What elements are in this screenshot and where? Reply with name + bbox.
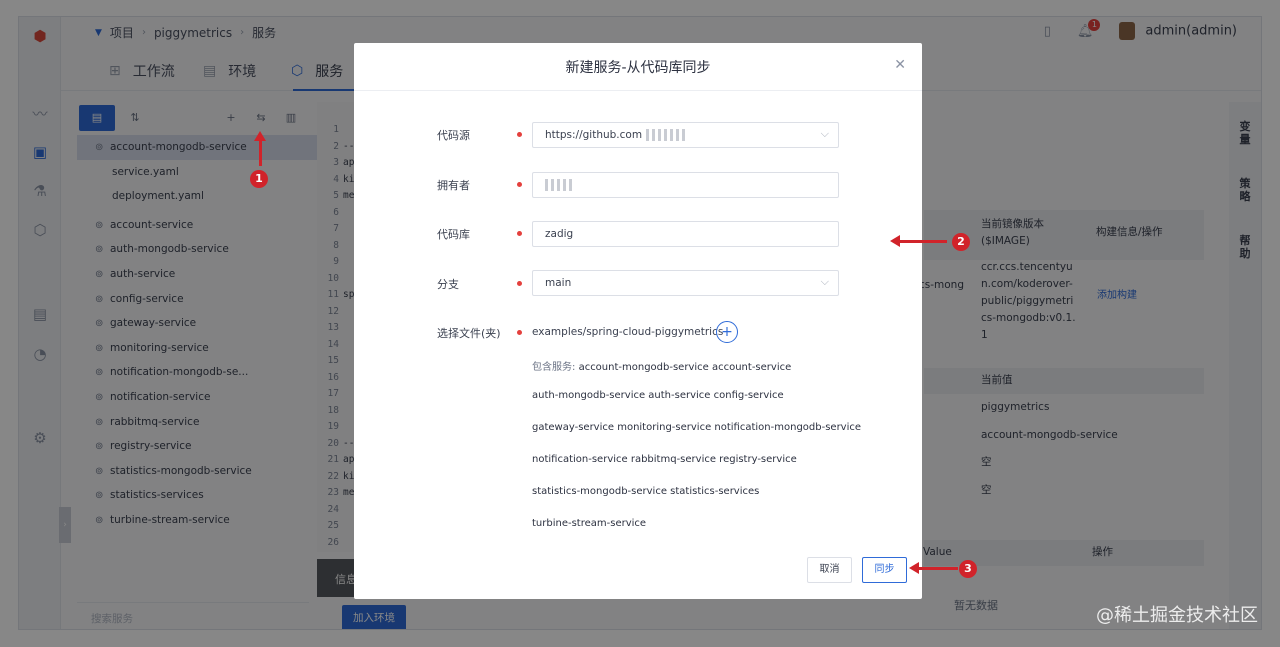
annotation-marker: 1 [250, 170, 268, 188]
included-prefix: 包含服务: [532, 362, 576, 373]
included-services-line: gateway-service monitoring-service notif… [532, 422, 862, 433]
annotation-marker: 3 [959, 560, 977, 578]
required-dot [517, 281, 522, 286]
redacted-mask [545, 179, 575, 191]
included-services: account-mongodb-service account-service [578, 362, 792, 373]
branch-select[interactable]: main ⌵ [532, 270, 839, 296]
sync-from-repo-dialog: 新建服务-从代码库同步 ✕ 代码源 https://github.com ⌵ 拥有… [354, 43, 922, 599]
owner-field[interactable] [532, 172, 839, 198]
source-select[interactable]: https://github.com ⌵ [532, 122, 839, 148]
required-dot [517, 330, 522, 335]
chevron-down-icon: ⌵ [820, 127, 829, 140]
repo-field[interactable]: zadig [532, 221, 839, 247]
included-services-line: turbine-stream-service [532, 518, 647, 529]
source-value: https://github.com [545, 129, 643, 141]
included-services-line: 包含服务: account-mongodb-service account-se… [532, 358, 791, 373]
required-dot [517, 231, 522, 236]
cancel-button[interactable]: 取消 [807, 557, 852, 583]
sync-button[interactable]: 同步 [862, 557, 907, 583]
branch-value: main [545, 277, 572, 289]
required-dot [517, 182, 522, 187]
included-services-line: auth-mongodb-service auth-service config… [532, 390, 784, 401]
path-label: 选择文件(夹) [437, 327, 501, 340]
annotation-marker: 2 [952, 233, 970, 251]
annotation-arrow [890, 235, 947, 247]
included-services-line: statistics-mongodb-service statistics-se… [532, 486, 760, 497]
selected-path: examples/spring-cloud-piggymetrics [532, 326, 724, 338]
annotation-arrow [254, 131, 266, 166]
watermark: @稀土掘金技术社区 [1096, 605, 1258, 626]
owner-label: 拥有者 [437, 179, 470, 192]
redacted-mask [646, 129, 687, 141]
annotation-arrow [909, 562, 958, 574]
included-services-line: notification-service rabbitmq-service re… [532, 454, 797, 465]
close-icon[interactable]: ✕ [894, 57, 906, 73]
required-dot [517, 132, 522, 137]
dialog-title: 新建服务-从代码库同步 [354, 43, 922, 91]
repo-label: 代码库 [437, 228, 470, 241]
chevron-down-icon: ⌵ [820, 275, 829, 288]
source-label: 代码源 [437, 129, 470, 142]
add-path-button[interactable]: + [716, 321, 738, 343]
branch-label: 分支 [437, 278, 459, 291]
